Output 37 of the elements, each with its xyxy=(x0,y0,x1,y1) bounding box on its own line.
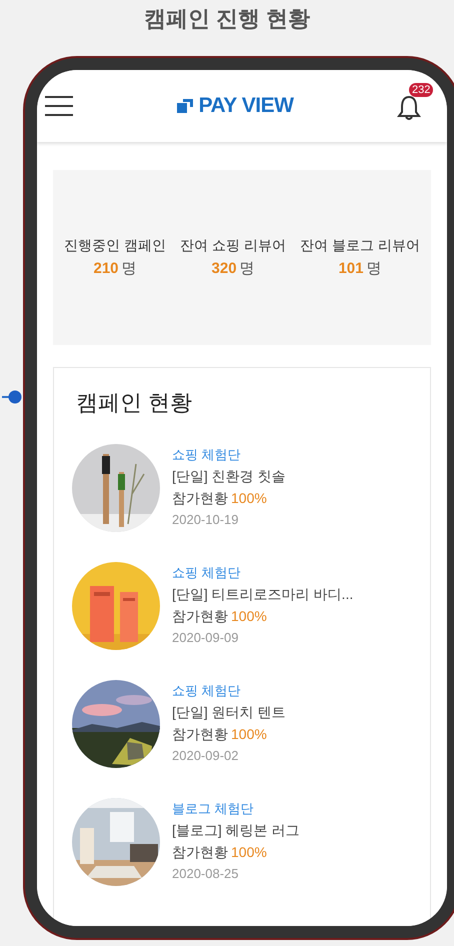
logo-text[interactable]: PAY VIEW xyxy=(198,94,294,118)
campaign-name[interactable]: [단일] 티트리로즈마리 바디... xyxy=(172,586,354,604)
stat-label: 잔여 블로그 리뷰어 xyxy=(300,237,420,255)
progress-label: 참가현황 xyxy=(172,608,228,626)
progress-value: 100% xyxy=(231,608,267,626)
stat-unit: 명 xyxy=(240,259,255,278)
progress-value: 100% xyxy=(231,726,267,744)
stat-label: 잔여 쇼핑 리뷰어 xyxy=(180,237,286,255)
campaign-date: 2020-08-25 xyxy=(172,866,238,881)
progress-label: 참가현황 xyxy=(172,726,228,744)
stat-unit: 명 xyxy=(122,259,137,278)
progress-label: 참가현황 xyxy=(172,844,228,862)
stat-value: 320 xyxy=(212,260,237,277)
section-title: 캠페인 현황 xyxy=(76,389,192,417)
stat-value: 101 xyxy=(338,260,364,277)
stat-unit: 명 xyxy=(366,259,382,278)
campaign-name[interactable]: [블로그] 헤링본 러그 xyxy=(172,822,300,840)
stat-label: 진행중인 캠페인 xyxy=(64,237,166,255)
menu-icon[interactable] xyxy=(45,95,73,117)
bell-icon[interactable] xyxy=(396,95,421,121)
progress-value: 100% xyxy=(231,490,267,508)
campaign-category: 쇼핑 체험단 xyxy=(172,564,241,582)
notification-badge: 232 xyxy=(408,83,434,97)
slider-handle-icon[interactable] xyxy=(2,390,22,404)
progress-value: 100% xyxy=(231,844,267,862)
stat-value: 210 xyxy=(94,260,119,277)
logo-icon xyxy=(176,99,193,113)
campaign-date: 2020-09-09 xyxy=(172,630,238,645)
page-title: 캠페인 진행 현황 xyxy=(144,5,310,33)
progress-label: 참가현황 xyxy=(172,490,228,508)
campaign-category: 쇼핑 체험단 xyxy=(172,446,241,464)
campaign-category: 쇼핑 체험단 xyxy=(172,682,241,700)
campaign-name[interactable]: [단일] 원터치 텐트 xyxy=(172,704,286,722)
campaign-name[interactable]: [단일] 친환경 칫솔 xyxy=(172,468,286,486)
campaign-date: 2020-09-02 xyxy=(172,748,238,763)
campaign-date: 2020-10-19 xyxy=(172,512,238,527)
campaign-category: 블로그 체험단 xyxy=(172,800,254,818)
